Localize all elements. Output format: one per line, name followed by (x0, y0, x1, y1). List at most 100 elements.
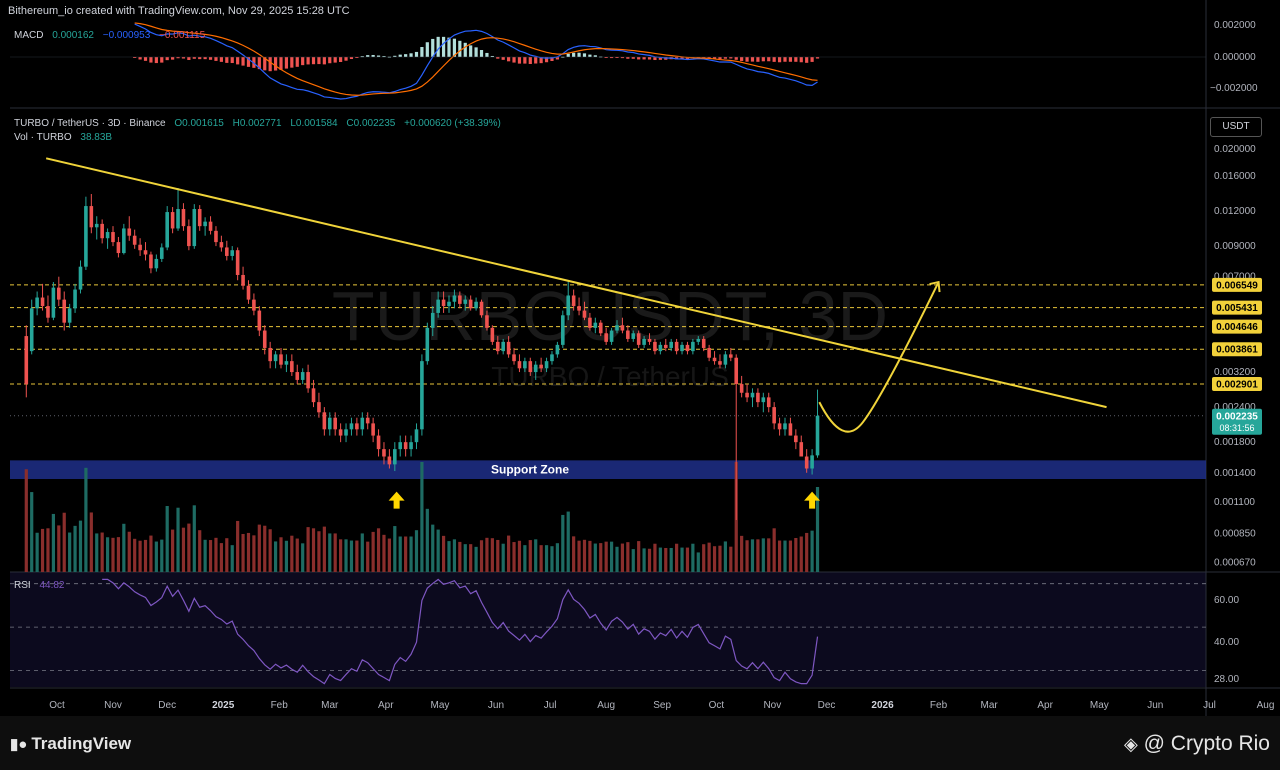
candle-body (317, 402, 321, 413)
candle-body (663, 344, 668, 348)
volume-bar (149, 535, 153, 572)
volume-bar (68, 532, 72, 572)
candle-body (398, 442, 403, 450)
volume-bar (642, 548, 646, 572)
volume-bar (198, 530, 202, 572)
macd-histogram-bar (788, 57, 793, 62)
binance-diamond-icon: ◈ (1123, 734, 1138, 754)
candle-body (642, 338, 646, 345)
macd-histogram-bar (328, 57, 332, 64)
volume-bar (647, 548, 652, 572)
candle-body (295, 372, 300, 380)
price-axis-tick: 0.020000 (1214, 144, 1256, 155)
volume-bar (246, 532, 251, 572)
candle-body (154, 258, 159, 269)
candle-body (479, 301, 484, 316)
candle-body (674, 341, 679, 352)
candle-body (425, 327, 430, 362)
candle-body (311, 388, 316, 403)
time-axis-label: Jun (1147, 700, 1163, 711)
macd-histogram-bar (582, 53, 587, 57)
candle-body (577, 306, 581, 311)
candle-body (246, 285, 251, 300)
candle-body (468, 299, 473, 309)
time-axis-label: Dec (158, 700, 176, 711)
volume-bar (523, 545, 527, 572)
macd-histogram-bar (301, 57, 305, 66)
candle-body (609, 330, 614, 342)
volume-bar (160, 539, 164, 572)
candle-body (382, 449, 386, 457)
macd-histogram-bar (160, 57, 164, 63)
candle-body (517, 361, 522, 369)
macd-histogram-bar (577, 52, 581, 57)
macd-histogram-bar (225, 57, 229, 63)
candle-body (62, 299, 67, 323)
currency-button[interactable]: USDT (1210, 117, 1262, 137)
price-axis-tick: 0.003200 (1214, 367, 1256, 378)
candle-body (132, 235, 137, 245)
volume-bar (653, 543, 657, 572)
volume-label: Vol · TURBO (14, 132, 72, 143)
macd-legend: MACD 0.000162 −0.000953 −0.001115 (14, 30, 205, 41)
macd-histogram-bar (138, 57, 142, 60)
volume-bar (479, 540, 484, 572)
time-axis-label: Mar (321, 700, 339, 711)
macd-histogram-bar (236, 57, 240, 65)
candle-body (604, 333, 608, 342)
volume-bar (404, 536, 408, 572)
volume-bar (745, 540, 749, 572)
macd-histogram-bar (501, 57, 505, 60)
macd-histogram-bar (344, 57, 348, 61)
candle-body (338, 429, 343, 436)
candle-body (430, 312, 435, 328)
macd-label: MACD (14, 30, 44, 41)
candle-body (810, 455, 814, 469)
candle-body (701, 338, 706, 348)
time-axis-label: Aug (597, 700, 615, 711)
volume-bar (626, 542, 630, 572)
time-axis-label: 2026 (871, 700, 894, 711)
candle-body (143, 250, 148, 255)
volume-bar (604, 541, 608, 572)
candle-body (620, 325, 625, 331)
volume-bar (371, 531, 375, 572)
candle-body (680, 344, 684, 352)
macd-histogram-bar (761, 57, 765, 62)
macd-histogram-bar (805, 57, 809, 63)
volume-bar (366, 541, 370, 572)
candle-body (333, 417, 337, 430)
volume-bar (203, 539, 207, 572)
candle-body (691, 341, 695, 352)
current-price-label: 0.002235 (1216, 411, 1258, 422)
macd-histogram-bar (371, 54, 375, 57)
macd-histogram-bar (794, 57, 798, 62)
rsi-value: 44.82 (39, 580, 65, 591)
macd-histogram-bar (273, 57, 278, 71)
ohlc-high: H0.002771 (232, 118, 282, 129)
macd-histogram-bar (566, 53, 570, 57)
candle-body (322, 412, 327, 430)
volume-bar (458, 541, 462, 572)
macd-histogram-bar (810, 57, 814, 62)
price-chart[interactable]: TURBOUSDT, 3D TURBO / TetherUS Support Zon… (0, 0, 1280, 716)
macd-histogram-bar (485, 52, 489, 57)
candle-body (593, 322, 598, 328)
volume-bar (322, 526, 326, 572)
candle-body (544, 361, 549, 369)
volume-bar (718, 545, 722, 572)
candle-body (561, 315, 565, 345)
volume-bar (333, 533, 337, 572)
ohlc-low: L0.001584 (290, 118, 338, 129)
macd-histogram-bar (349, 57, 354, 60)
author-handle: @ Crypto Rio (1143, 732, 1270, 755)
volume-bar (507, 535, 511, 572)
volume-bar (723, 541, 727, 572)
volume-bar (382, 534, 386, 572)
candle-body (371, 423, 375, 436)
candle-body (51, 287, 56, 318)
candle-body (452, 295, 457, 302)
candle-body (170, 212, 175, 229)
macd-histogram-bar (230, 57, 234, 64)
price-axis-tick: 0.009000 (1214, 241, 1256, 252)
